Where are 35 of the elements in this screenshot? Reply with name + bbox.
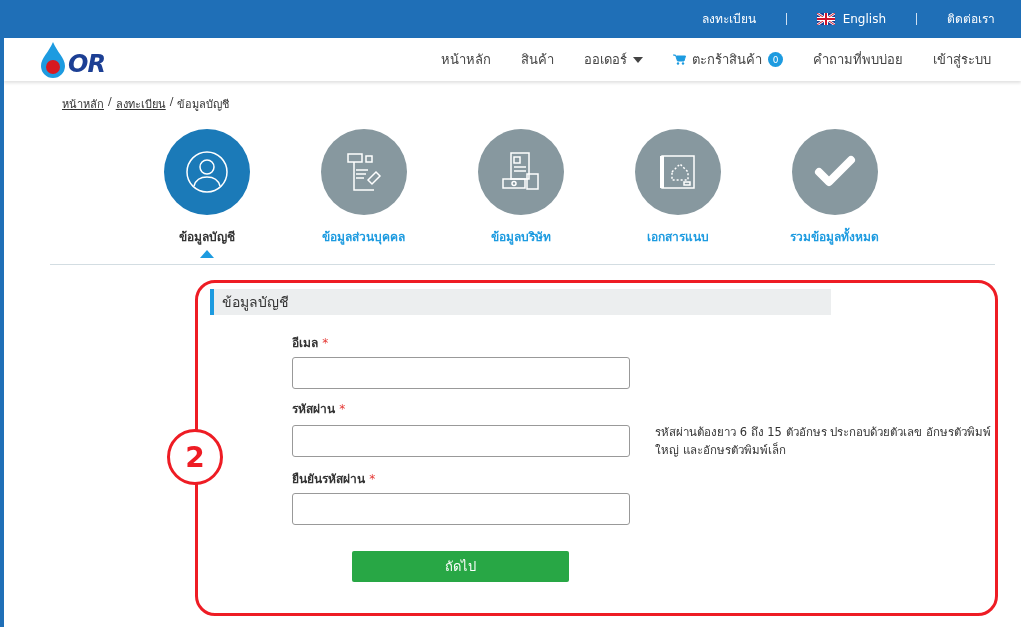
input-field[interactable] (292, 425, 630, 457)
active-step-pointer-icon (199, 250, 214, 258)
nav-label: ตะกร้าสินค้า (692, 51, 762, 69)
nav-link[interactable]: หน้าหลัก (441, 49, 491, 70)
section-header: ข้อมูลบัญชี (210, 289, 831, 315)
input-field[interactable] (292, 357, 630, 389)
nav-link[interactable]: สินค้า (521, 49, 554, 70)
nav-link[interactable]: คำถามที่พบบ่อย (813, 49, 903, 70)
language-label: English (842, 13, 886, 25)
top-link[interactable]: ติดต่อเรา (916, 13, 995, 25)
breadcrumb-link[interactable]: หน้าหลัก (62, 95, 104, 113)
input-field[interactable] (292, 493, 630, 525)
breadcrumb-separator: / (169, 95, 174, 110)
breadcrumb-link[interactable]: ลงทะเบียน (115, 95, 166, 113)
field-label: รหัสผ่าน * (292, 401, 347, 417)
flag-icon (816, 13, 835, 25)
step-label[interactable]: ข้อมูลบัญชี (178, 227, 235, 246)
annotation-number: 2 (167, 429, 223, 485)
cart-link[interactable]: ตะกร้าสินค้า 0 (673, 49, 783, 70)
nav-dropdown[interactable]: ออเดอร์ (584, 49, 643, 70)
nav-link[interactable]: เข้าสู่ระบบ (933, 49, 991, 70)
field-label: อีเมล * (292, 335, 330, 351)
nav-label: ออเดอร์ (584, 51, 627, 69)
cart-icon (673, 54, 686, 65)
language-link[interactable]: English (785, 13, 916, 25)
logo-text: OR (68, 49, 105, 78)
cart-count-badge: 0 (768, 52, 783, 67)
breadcrumb-text: ข้อมูลบัญชี (177, 97, 230, 113)
password-hint: รหัสผ่านต้องยาว 6 ถึง 15 ตัวอักษร ประกอบด้วยตัวเลข อักษรตัวพิมพ์ใหญ่ และอักษรตัวพิมพ์เล็ก (655, 424, 992, 459)
top-link[interactable]: ลงทะเบียน (671, 13, 786, 25)
breadcrumb-separator: / (108, 95, 112, 110)
user-icon (184, 150, 229, 194)
caret-icon (633, 56, 643, 63)
drop-logo-icon (40, 41, 66, 78)
field-label: ยืนยันรหัสผ่าน * (292, 471, 377, 487)
